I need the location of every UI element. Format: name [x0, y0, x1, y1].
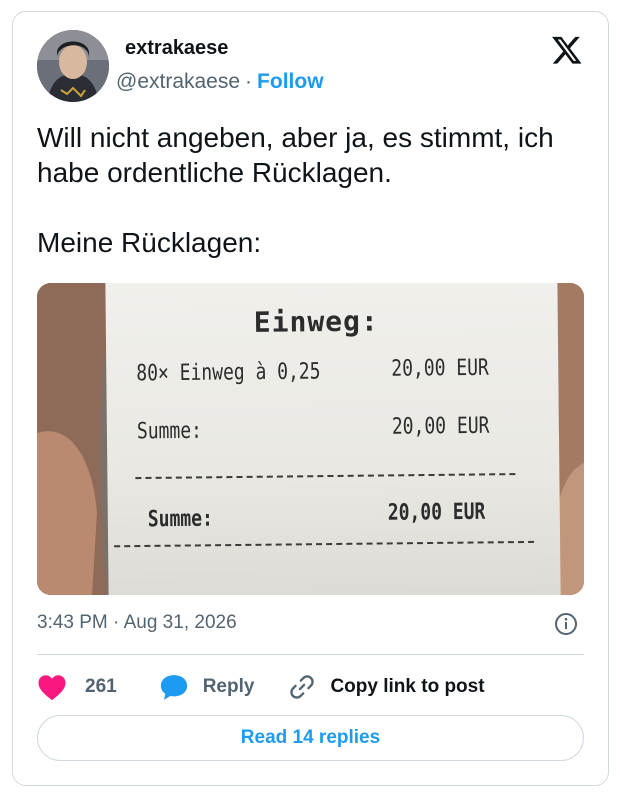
- receipt-rule-top: [135, 473, 516, 480]
- read-replies-button[interactable]: Read 14 replies: [37, 715, 584, 761]
- like-button[interactable]: 261: [37, 673, 117, 701]
- info-icon[interactable]: [554, 612, 578, 636]
- timestamp[interactable]: 3:43 PM · Aug 31, 2026: [37, 612, 237, 634]
- tweet-text-line-2: Meine Rücklagen:: [37, 227, 262, 258]
- copy-link-button[interactable]: Copy link to post: [288, 673, 485, 701]
- receipt-total-amount: 20,00 EUR: [387, 498, 486, 527]
- reply-button[interactable]: Reply: [159, 673, 255, 701]
- avatar[interactable]: [37, 30, 109, 102]
- receipt-rule-bottom: [114, 540, 535, 548]
- separator: ·: [245, 70, 253, 93]
- link-icon: [290, 675, 315, 699]
- handle-row: @extrakaese · Follow: [116, 70, 324, 94]
- copy-link-label: Copy link to post: [330, 676, 485, 697]
- tweet-photo[interactable]: Einweg: 80× Einweg à 0,25 20,00 EUR Summ…: [37, 283, 584, 595]
- follow-button[interactable]: Follow: [257, 70, 324, 94]
- tweet-card: extrakaese @extrakaese · Follow Will nic…: [12, 11, 609, 786]
- receipt-title: Einweg:: [253, 304, 379, 339]
- display-name[interactable]: extrakaese: [125, 37, 228, 60]
- receipt-total-label: Summe:: [147, 505, 214, 533]
- reply-bubble-icon: [160, 675, 187, 700]
- receipt-item-label: 80× Einweg à 0,25: [136, 358, 321, 387]
- handle[interactable]: @extrakaese: [116, 70, 240, 94]
- receipt-sum-amount: 20,00 EUR: [391, 412, 490, 441]
- heart-icon: [38, 675, 66, 701]
- x-logo-icon[interactable]: [551, 34, 583, 66]
- like-count: 261: [85, 676, 117, 697]
- tweet-text: Will nicht angeben, aber ja, es stimmt, …: [37, 120, 597, 295]
- actions-bar: 261 Reply Copy link to post: [37, 671, 485, 703]
- receipt-item-amount: 20,00 EUR: [391, 354, 489, 383]
- reply-label: Reply: [202, 676, 255, 697]
- divider: [37, 654, 584, 655]
- receipt: Einweg: 80× Einweg à 0,25 20,00 EUR Summ…: [105, 283, 561, 595]
- receipt-sum-label: Summe:: [136, 417, 203, 445]
- tweet-text-line-1: Will nicht angeben, aber ja, es stimmt, …: [37, 122, 554, 188]
